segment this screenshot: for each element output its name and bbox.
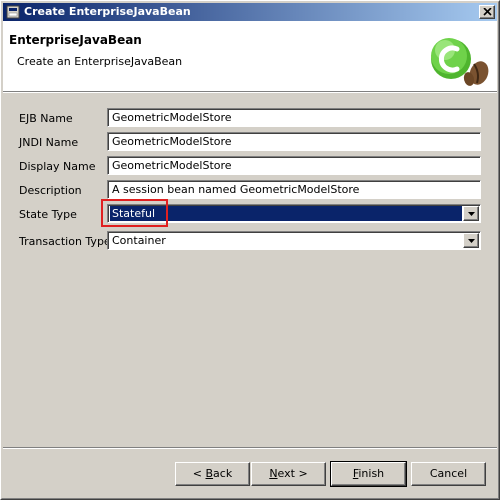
eclipse-app-icon (6, 5, 20, 19)
jndi-name-row: JNDI Name GeometricModelStore (1, 132, 500, 154)
back-prefix: < (192, 467, 206, 480)
wizard-header: EnterpriseJavaBean Create an EnterpriseJ… (3, 21, 497, 91)
wizard-bean-icon (431, 38, 489, 86)
display-name-input[interactable]: GeometricModelStore (107, 156, 481, 175)
transaction-type-row: Transaction Type Container (1, 231, 500, 253)
description-input[interactable]: A session bean named GeometricModelStore (107, 180, 481, 199)
transaction-type-dropdown-button[interactable] (463, 233, 479, 248)
finish-label: inish (358, 467, 385, 480)
display-name-row: Display Name GeometricModelStore (1, 156, 500, 178)
state-type-row: State Type Stateful (1, 204, 500, 226)
description-label: Description (19, 184, 82, 197)
jndi-name-label: JNDI Name (19, 136, 79, 149)
next-mnemonic: N (269, 467, 278, 480)
cancel-button[interactable]: Cancel (411, 462, 486, 486)
wizard-window: Create EnterpriseJavaBean EnterpriseJava… (0, 0, 500, 500)
title-bar[interactable]: Create EnterpriseJavaBean (3, 3, 497, 21)
state-type-label: State Type (19, 208, 77, 221)
transaction-type-select[interactable]: Container (107, 231, 481, 250)
cancel-label: Cancel (429, 467, 468, 480)
back-label: ack (213, 467, 233, 480)
chevron-down-icon (468, 212, 475, 216)
state-type-dropdown-button[interactable] (463, 206, 479, 221)
next-label: ext > (277, 467, 308, 480)
ejb-name-row: EJB Name GeometricModelStore (1, 108, 500, 130)
back-mnemonic: B (205, 467, 214, 480)
description-row: Description A session bean named Geometr… (1, 180, 500, 202)
transaction-type-label: Transaction Type (19, 235, 111, 248)
ejb-name-input[interactable]: GeometricModelStore (107, 108, 481, 127)
close-button[interactable] (479, 5, 495, 19)
back-button[interactable]: < Back (175, 462, 250, 486)
header-subtitle: Create an EnterpriseJavaBean (17, 55, 183, 68)
display-name-label: Display Name (19, 160, 96, 173)
header-title: EnterpriseJavaBean (9, 33, 142, 47)
annotation-highlight-box (101, 199, 168, 227)
chevron-down-icon (468, 239, 475, 243)
close-icon (483, 8, 492, 16)
footer-separator (3, 447, 497, 449)
transaction-type-value: Container (112, 234, 166, 247)
finish-button[interactable]: Finish (330, 461, 407, 487)
jndi-name-input[interactable]: GeometricModelStore (107, 132, 481, 151)
next-button[interactable]: Next > (251, 462, 326, 486)
ejb-name-label: EJB Name (19, 112, 73, 125)
header-separator (3, 91, 497, 93)
window-title: Create EnterpriseJavaBean (24, 5, 191, 18)
